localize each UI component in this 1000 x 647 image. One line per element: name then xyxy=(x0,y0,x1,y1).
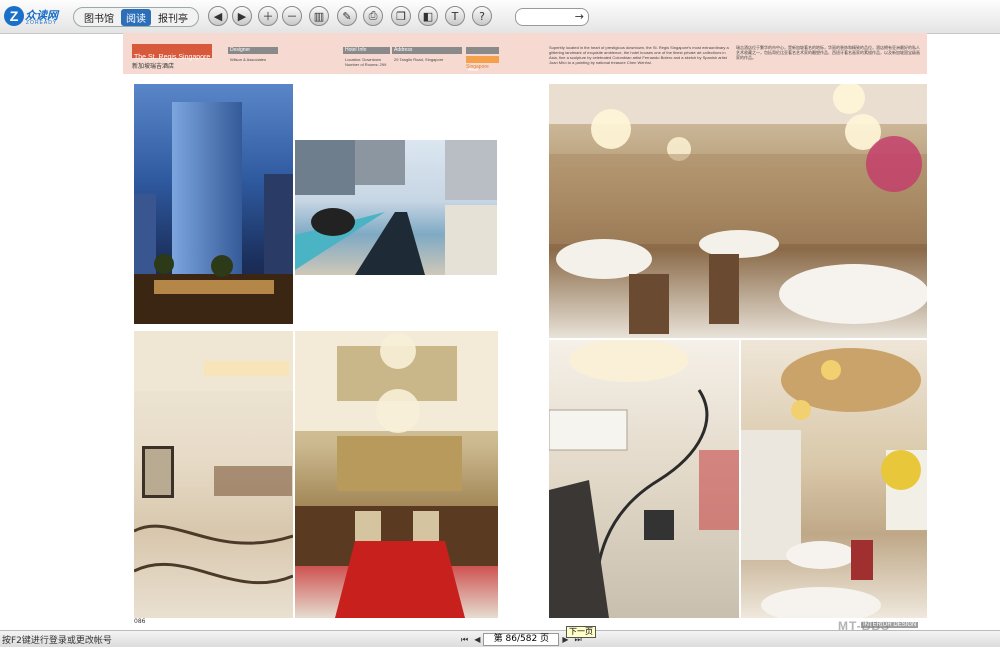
hotel-title: The St. Regis Singapore xyxy=(134,54,211,61)
photo-tower-exterior xyxy=(134,84,293,324)
main-nav-tabs: 图书馆 阅读 报刊亭 xyxy=(73,7,199,27)
book-view-button[interactable]: ▥ xyxy=(309,6,329,26)
info-label: Hotel Info xyxy=(345,47,367,53)
logo-subtext: ZOREADY xyxy=(26,20,58,26)
page-number: 086 xyxy=(134,618,146,625)
region-bar: Region xyxy=(466,47,499,64)
region-subvalue: Singapore xyxy=(466,64,489,70)
zoom-in-button[interactable]: ＋ xyxy=(258,6,278,26)
tab-reading[interactable]: 阅读 xyxy=(121,8,151,26)
logo-z-icon: Z xyxy=(4,6,24,26)
printer-icon: ⎙ xyxy=(368,9,378,22)
help-icon: ? xyxy=(479,9,485,23)
photo-ballroom xyxy=(549,84,927,338)
copy-button[interactable]: ❐ xyxy=(391,6,411,26)
tab-newsstand[interactable]: 报刊亭 xyxy=(153,9,193,26)
forward-button[interactable]: ▶ xyxy=(232,6,252,26)
hotel-subtitle-cn: 新加坡瑞吉酒店 xyxy=(132,63,175,70)
lobby-illustration xyxy=(134,331,293,585)
status-message: 按F2键进行登录或更改帐号 xyxy=(2,636,112,646)
tower-illustration xyxy=(134,102,293,324)
staircase-illustration xyxy=(549,340,739,618)
app-logo: Z 众读网 ZOREADY xyxy=(4,6,64,28)
help-button[interactable]: ? xyxy=(472,6,492,26)
text-icon: T xyxy=(451,9,459,23)
arrow-right-icon: ▶ xyxy=(237,9,247,23)
bookmark-button[interactable]: ◧ xyxy=(418,6,438,26)
prev-page-icon[interactable]: ◀ xyxy=(474,635,480,644)
reception-illustration xyxy=(295,331,498,618)
hotel-title-block: The St. Regis Singapore xyxy=(132,44,212,61)
photo-pool xyxy=(295,140,497,275)
back-button[interactable]: ◀ xyxy=(208,6,228,26)
description-en: Superbly located in the heart of prestig… xyxy=(549,45,729,65)
ballroom-illustration xyxy=(549,84,927,334)
address-label: Address xyxy=(394,47,413,53)
photo-reception xyxy=(295,331,498,618)
pool-illustration xyxy=(295,140,497,275)
annotate-button[interactable]: ✎ xyxy=(337,6,357,26)
designer-label: Designer xyxy=(230,47,251,53)
restaurant-illustration xyxy=(741,348,927,618)
page-indicator[interactable]: 第 86/582 页 xyxy=(483,633,560,646)
photo-lobby xyxy=(134,331,293,618)
copy-icon: ❐ xyxy=(396,9,406,23)
tab-library[interactable]: 图书馆 xyxy=(79,9,119,26)
description-cn: 瑞吉酒店位于繁华的市中心，是新加坡著名的地标，华丽的装饰和精致的品位，酒店拥有亚… xyxy=(736,45,920,60)
top-toolbar: Z 众读网 ZOREADY 图书馆 阅读 报刊亭 ◀ ▶ ＋ － ▥ ✎ ⎙ ❐… xyxy=(0,0,1000,34)
plus-icon: ＋ xyxy=(262,10,274,23)
region-value-block: Asia xyxy=(466,56,499,73)
first-page-icon[interactable]: ⏮ xyxy=(461,635,468,645)
zoom-out-button[interactable]: － xyxy=(282,6,302,26)
go-arrow-icon[interactable]: → xyxy=(575,9,584,25)
address-value: 29 Tanglin Road, Singapore xyxy=(394,57,444,62)
next-page-tooltip: 下一页 xyxy=(566,626,596,638)
print-button[interactable]: ⎙ xyxy=(363,6,383,26)
book-icon: ▥ xyxy=(313,9,325,23)
pencil-icon: ✎ xyxy=(342,9,352,23)
designer-value: Wilson & Associates xyxy=(230,57,267,62)
minus-icon: － xyxy=(286,10,298,23)
arrow-left-icon: ◀ xyxy=(213,9,223,23)
bookmark-icon: ◧ xyxy=(422,9,434,23)
photo-restaurant xyxy=(741,340,927,618)
info-value-2: Number of Rooms: 299 xyxy=(345,62,387,67)
watermark-sublabel: INTERIOR DESIGN xyxy=(861,622,919,628)
photo-staircase xyxy=(549,340,739,618)
page-goto-input[interactable]: → xyxy=(515,8,589,26)
text-button[interactable]: T xyxy=(445,6,465,26)
